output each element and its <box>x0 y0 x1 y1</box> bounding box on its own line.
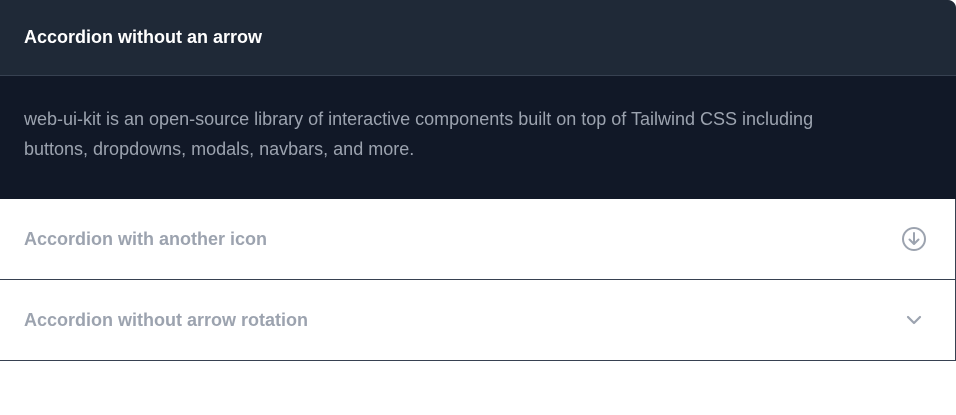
accordion-title: Accordion with another icon <box>24 228 268 249</box>
accordion-title: Accordion without arrow rotation <box>24 309 308 330</box>
accordion-body: web-ui-kit is an open-source library of … <box>0 76 956 199</box>
accordion-title: Accordion without an arrow <box>24 27 263 47</box>
chevron-down-icon <box>901 307 927 333</box>
arrow-down-circle-icon <box>901 226 927 252</box>
accordion-header-without-arrow[interactable]: Accordion without an arrow <box>0 0 956 76</box>
accordion: Accordion without an arrow web-ui-kit is… <box>0 0 956 361</box>
accordion-body-text: web-ui-kit is an open-source library of … <box>24 109 814 159</box>
accordion-header-no-rotation[interactable]: Accordion without arrow rotation <box>0 280 956 361</box>
accordion-header-another-icon[interactable]: Accordion with another icon <box>0 199 956 280</box>
